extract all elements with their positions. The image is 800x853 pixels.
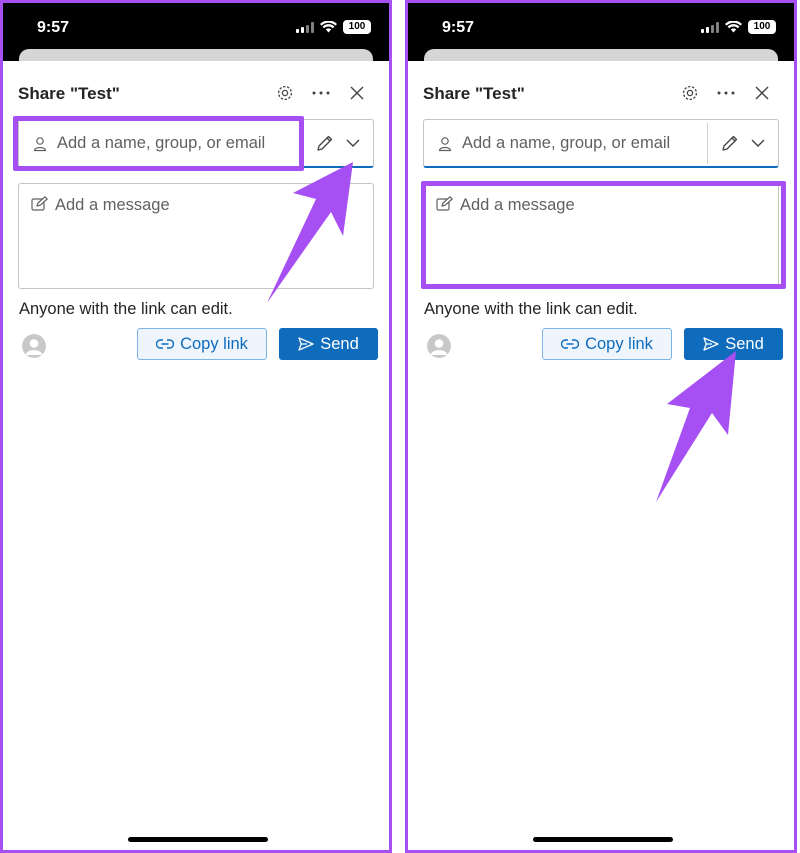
person-avatar-icon: [22, 334, 46, 358]
home-indicator: [128, 837, 268, 842]
cellular-signal-icon: [701, 21, 719, 33]
compose-icon: [31, 196, 48, 211]
status-time: 9:57: [442, 19, 475, 36]
copy-link-button[interactable]: Copy link: [137, 328, 267, 360]
recipient-input[interactable]: [57, 120, 297, 166]
link-permission-text[interactable]: Anyone with the link can edit.: [19, 300, 233, 319]
pencil-icon: [722, 135, 738, 151]
link-permission-text[interactable]: Anyone with the link can edit.: [424, 300, 638, 319]
send-button[interactable]: Send: [279, 328, 378, 360]
recipient-field: [423, 119, 779, 168]
person-avatar-icon: [427, 334, 451, 358]
status-icons: 100: [701, 20, 776, 34]
copy-link-button[interactable]: Copy link: [542, 328, 672, 360]
wifi-icon: [320, 21, 337, 33]
permissions-dropdown[interactable]: [303, 120, 373, 166]
cellular-signal-icon: [296, 21, 314, 33]
close-icon[interactable]: [345, 81, 369, 105]
avatar[interactable]: [427, 334, 451, 358]
message-field: [18, 183, 374, 289]
send-button[interactable]: Send: [684, 328, 783, 360]
phone-screen-left: 9:57 100 Share "Test" Add a name, group,…: [0, 0, 392, 853]
recipient-field: [18, 119, 374, 168]
close-icon[interactable]: [750, 81, 774, 105]
settings-gear-icon[interactable]: [273, 81, 297, 105]
dialog-title: Share "Test": [423, 84, 525, 103]
avatar[interactable]: [22, 334, 46, 358]
link-icon: [156, 339, 175, 349]
compose-icon: [436, 196, 453, 211]
copy-link-label: Copy link: [585, 334, 653, 353]
battery-icon: 100: [748, 20, 776, 34]
status-icons: 100: [296, 20, 371, 34]
message-input[interactable]: [55, 194, 365, 280]
send-label: Send: [725, 334, 764, 353]
home-indicator: [533, 837, 673, 842]
chevron-down-icon: [751, 139, 765, 147]
pencil-icon: [317, 135, 333, 151]
wifi-icon: [725, 21, 742, 33]
send-icon: [298, 337, 314, 351]
dialog-title: Share "Test": [18, 84, 120, 103]
battery-icon: 100: [343, 20, 371, 34]
recipient-input[interactable]: [462, 120, 702, 166]
link-icon: [561, 339, 580, 349]
person-icon: [438, 137, 452, 152]
phone-screen-right: 9:57 100 Share "Test" Add a name, group,…: [405, 0, 797, 853]
message-input[interactable]: [460, 194, 770, 280]
settings-gear-icon[interactable]: [678, 81, 702, 105]
share-dialog: Share "Test" Anyone with the link can ed…: [3, 61, 389, 850]
share-dialog: Share "Test" Anyone with the link can ed…: [408, 61, 794, 850]
send-label: Send: [320, 334, 359, 353]
status-time: 9:57: [37, 19, 70, 36]
more-options-icon[interactable]: [309, 81, 333, 105]
permissions-dropdown[interactable]: [708, 120, 778, 166]
send-icon: [703, 337, 719, 351]
copy-link-label: Copy link: [180, 334, 248, 353]
more-options-icon[interactable]: [714, 81, 738, 105]
chevron-down-icon: [346, 139, 360, 147]
message-field: [423, 183, 779, 289]
person-icon: [33, 137, 47, 152]
